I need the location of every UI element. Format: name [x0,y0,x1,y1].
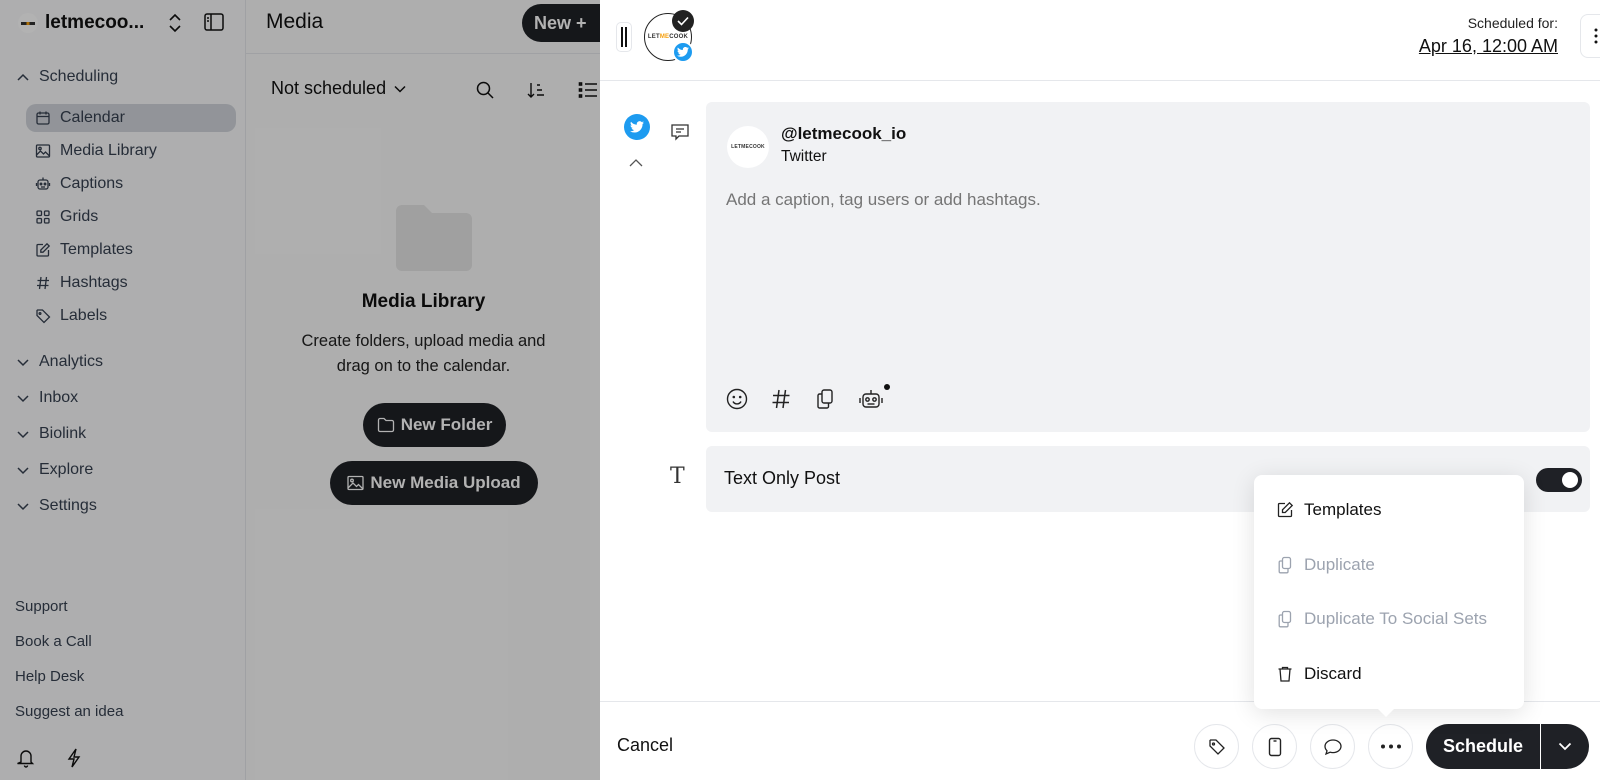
hashtag-icon[interactable] [770,388,792,410]
trash-icon [1278,666,1292,682]
editor-toolbar [726,384,890,410]
text-only-post-toggle[interactable] [1536,468,1582,492]
post-account-avatar: LETMECOOK [727,126,769,168]
twitter-icon [672,41,694,63]
labels-button[interactable] [1194,724,1239,769]
notification-dot [884,384,890,390]
menu-item-label: Templates [1304,500,1382,519]
menu-item-label: Discard [1304,664,1362,683]
preview-button[interactable] [1252,724,1297,769]
text-icon: T [670,464,685,489]
post-editor: LETMECOOK @letmecook_io Twitter [706,102,1590,432]
schedule-button[interactable]: Schedule [1426,724,1540,769]
chat-bubble-icon [1323,738,1342,755]
account-network: Twitter [781,148,827,165]
comments-button[interactable] [1310,724,1355,769]
phone-icon [1268,737,1281,756]
twitter-network-icon[interactable] [624,114,650,140]
ai-robot-icon[interactable] [858,384,890,410]
edit-icon [1277,501,1294,518]
account-handle: @letmecook_io [781,124,907,143]
copy-icon [1278,610,1292,628]
scheduled-date-link[interactable]: Apr 16, 12:00 AM [1419,36,1558,57]
tag-icon [1208,738,1225,755]
menu-item-duplicate[interactable]: Duplicate [1276,555,1375,575]
schedule-options-dropdown[interactable] [1541,724,1589,769]
menu-item-discard[interactable]: Discard [1276,664,1362,684]
chevron-down-icon [1558,742,1572,751]
more-actions-menu: Templates Duplicate Duplicate To Social … [1254,475,1524,717]
menu-item-label: Duplicate To Social Sets [1304,609,1488,628]
cancel-button[interactable]: Cancel [617,735,673,756]
selected-check-icon [672,10,694,32]
more-options-button[interactable] [1580,14,1600,58]
drag-handle[interactable] [616,22,632,52]
more-actions-button[interactable] [1368,724,1413,769]
emoji-icon[interactable] [726,388,748,410]
menu-item-duplicate-to-social-sets[interactable]: Duplicate To Social Sets [1276,609,1487,629]
account-logo: LETMECOOK [731,144,765,150]
menu-item-templates[interactable]: Templates [1276,500,1381,520]
kebab-icon [1594,28,1598,44]
more-horizontal-icon [1380,744,1401,749]
drawer-footer: Cancel Schedule [600,701,1600,780]
scheduled-for-label: Scheduled for: [1467,15,1558,31]
copy-icon [1278,556,1292,574]
collapse-chevron-up-icon[interactable] [628,158,644,168]
menu-item-label: Duplicate [1304,555,1375,574]
account-logo: LETMECOOK [647,34,689,40]
comment-icon[interactable] [670,122,690,142]
copy-icon[interactable] [814,388,836,410]
caption-input[interactable] [726,190,1566,210]
drawer-header: LETMECOOK Scheduled for: Apr 16, 12:00 A… [600,0,1600,81]
text-only-post-label: Text Only Post [724,468,841,488]
